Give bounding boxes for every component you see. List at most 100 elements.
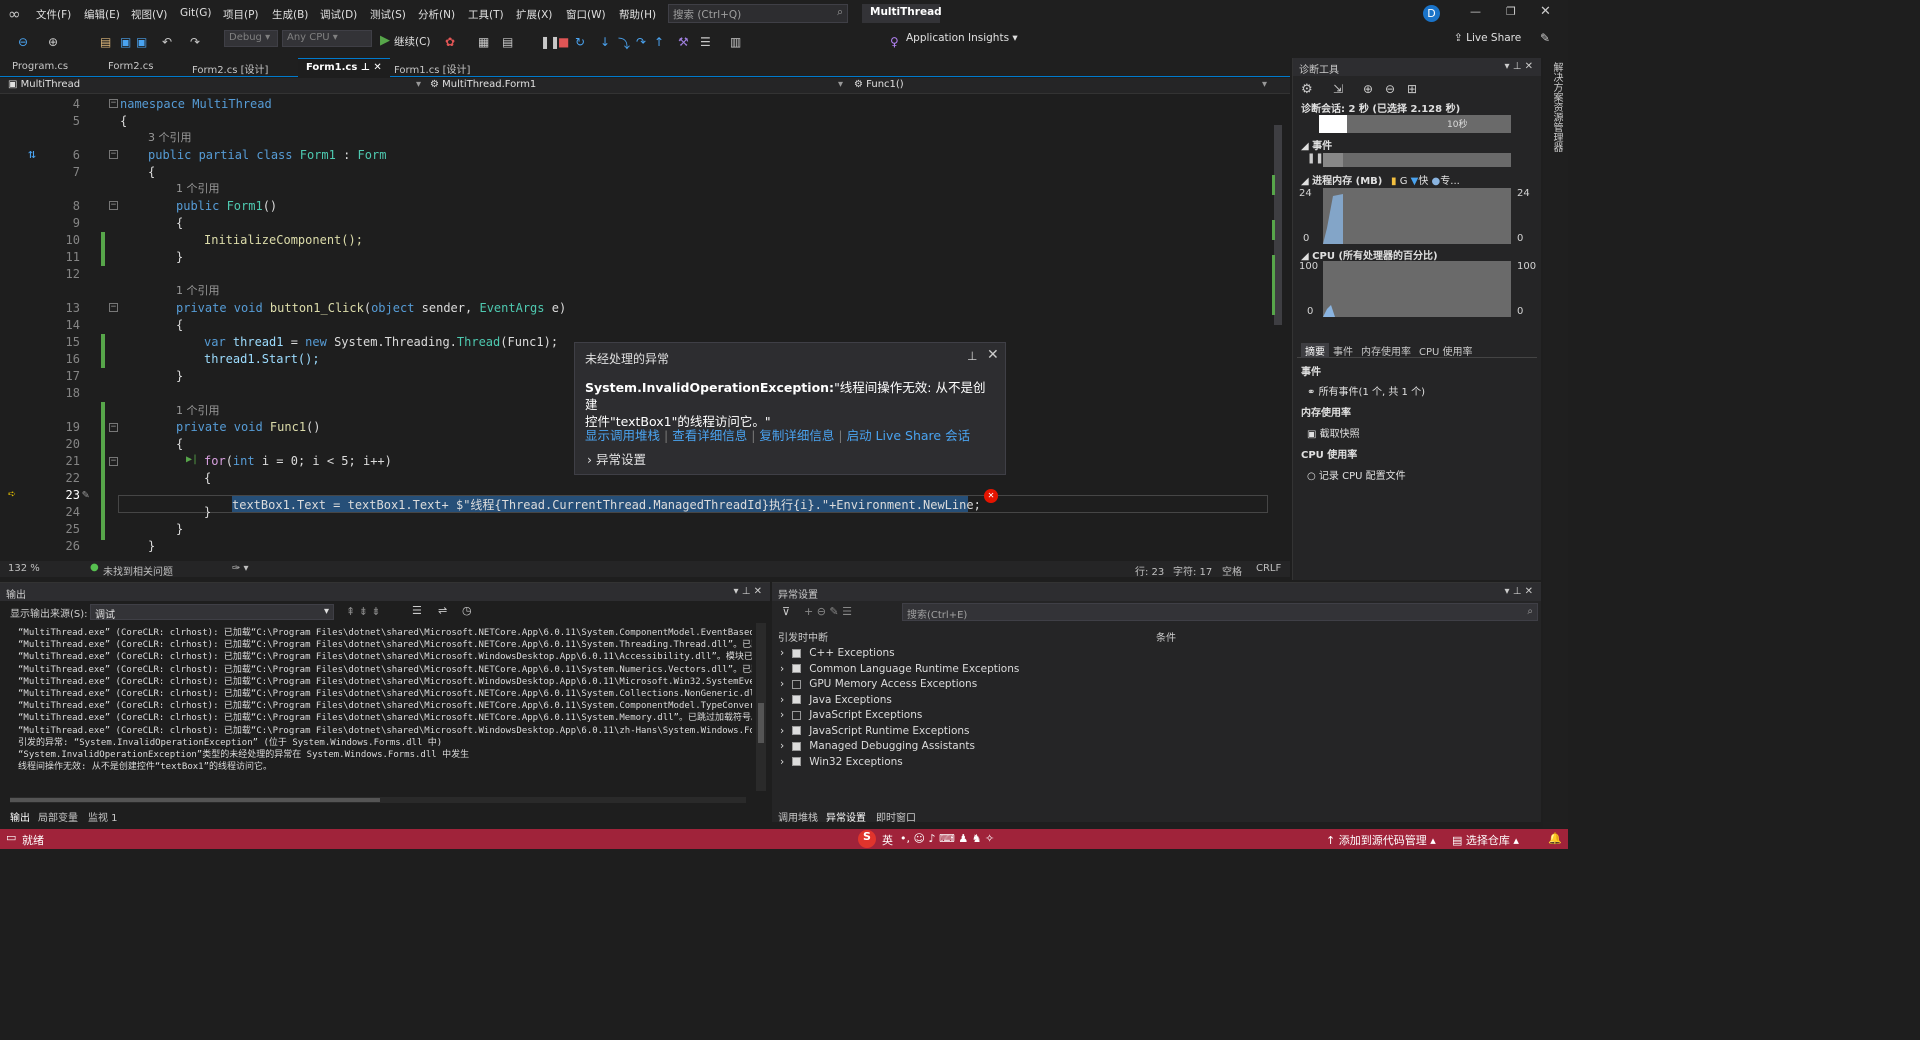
close-tab-icon[interactable]: ⊥ ✕	[357, 62, 382, 73]
chevron-right-icon[interactable]: ›	[780, 709, 784, 721]
diag-tab[interactable]: 内存使用率	[1361, 343, 1411, 358]
editor-tab[interactable]: Form1.cs ⊥ ✕	[298, 58, 390, 77]
codelens-references[interactable]: 1 个引用	[176, 402, 220, 418]
notifications-icon[interactable]: 🔔	[1548, 832, 1562, 845]
source-control-button[interactable]: ↑ 添加到源代码管理 ▴	[1326, 832, 1436, 848]
account-avatar[interactable]: D	[1423, 5, 1440, 22]
category-checkbox[interactable]	[792, 664, 802, 673]
class-dropdown[interactable]: ⚙ MultiThread.Form1	[430, 79, 536, 90]
menu-item[interactable]: 调试(D)	[320, 7, 357, 22]
output-tab[interactable]: 输出	[10, 809, 30, 824]
exception-category-row[interactable]: › Common Language Runtime Exceptions	[780, 663, 1019, 675]
copy-details-link[interactable]: 复制详细信息	[759, 428, 834, 443]
vs-logo-icon[interactable]: ∞	[8, 5, 21, 23]
fold-toggle[interactable]: −	[109, 150, 118, 159]
ime-mode[interactable]: 英	[882, 832, 893, 848]
config-dropdown[interactable]: Debug ▾	[224, 30, 278, 47]
app-insights-icon[interactable]: ♀	[890, 35, 899, 49]
timeline-ruler[interactable]: 10秒	[1319, 115, 1511, 133]
chevron-right-icon[interactable]: ›	[780, 663, 784, 675]
ime-tools-icon[interactable]: •, ☺ ♪ ⌨ ♟ ♞ ✧	[900, 832, 994, 845]
exception-category-row[interactable]: › GPU Memory Access Exceptions	[780, 678, 977, 690]
codelens-references[interactable]: 1 个引用	[176, 180, 220, 196]
exception-category-row[interactable]: › Managed Debugging Assistants	[780, 740, 975, 752]
live-share-button[interactable]: ⇪ Live Share	[1454, 32, 1521, 44]
codelens-references[interactable]: 1 个引用	[176, 282, 220, 298]
editor-tab[interactable]: Form2.cs [设计]	[184, 58, 276, 77]
exception-category-row[interactable]: › JavaScript Runtime Exceptions	[780, 725, 970, 737]
step-out-icon[interactable]: ↑	[654, 35, 664, 49]
menu-item[interactable]: 项目(P)	[223, 7, 259, 22]
chevron-right-icon[interactable]: ›	[780, 756, 784, 768]
codelens-references[interactable]: 3 个引用	[148, 129, 192, 145]
category-checkbox[interactable]	[792, 679, 802, 689]
close-icon[interactable]: ▾ ⊥ ✕	[734, 586, 762, 597]
col-condition-header[interactable]: 条件	[1156, 629, 1176, 644]
chevron-right-icon[interactable]: ›	[780, 725, 784, 737]
exception-category-row[interactable]: › JavaScript Exceptions	[780, 709, 922, 721]
export-icon[interactable]: ⇲	[1333, 82, 1343, 96]
threads-icon[interactable]: ⚒	[678, 35, 689, 49]
menu-item[interactable]: 视图(V)	[131, 7, 167, 22]
fold-toggle[interactable]: −	[109, 457, 118, 466]
back-icon[interactable]: ⊖	[18, 35, 28, 49]
diag-tab[interactable]: CPU 使用率	[1419, 343, 1473, 358]
filter-icon[interactable]: ⊽	[782, 605, 790, 618]
chevron-right-icon[interactable]: ›	[780, 678, 784, 690]
word-wrap-icon[interactable]: ⇌	[438, 604, 447, 617]
chevron-right-icon[interactable]: ›	[780, 647, 784, 659]
exc-bottom-tab[interactable]: 异常设置	[826, 809, 866, 824]
menu-item[interactable]: 测试(S)	[370, 7, 406, 22]
zoom-in-icon[interactable]: ⊕	[1363, 82, 1373, 96]
category-checkbox[interactable]	[792, 695, 802, 704]
menu-item[interactable]: 文件(F)	[36, 7, 71, 22]
category-checkbox[interactable]	[792, 757, 802, 766]
output-text[interactable]: “MultiThread.exe” (CoreCLR: clrhost): 已加…	[0, 623, 752, 795]
fold-toggle[interactable]: −	[109, 201, 118, 210]
output-hscrollbar[interactable]	[10, 797, 746, 803]
fold-toggle[interactable]: −	[109, 99, 118, 108]
settings-icon[interactable]: ⚙	[1301, 82, 1313, 97]
search-input[interactable]: 搜索 (Ctrl+Q) ⌕	[668, 4, 848, 23]
find-icon[interactable]: ⇞ ⇟ ⇟	[346, 605, 381, 618]
layout-icon[interactable]: ▤	[502, 35, 513, 49]
zoom-out-icon[interactable]: ⊖	[1385, 82, 1395, 96]
save-all-icon[interactable]: ▣	[136, 35, 147, 49]
fold-toggle[interactable]: −	[109, 423, 118, 432]
clear-all-icon[interactable]: ☰	[412, 604, 422, 617]
forward-icon[interactable]: ⊕	[48, 35, 58, 49]
editor-tab[interactable]: Form2.cs	[100, 58, 161, 77]
all-events-link[interactable]: ⚭ 所有事件(1 个, 共 1 个)	[1307, 383, 1425, 398]
take-snapshot-button[interactable]: ▣ 截取快照	[1307, 425, 1360, 440]
vertical-scrollbar[interactable]	[1272, 95, 1286, 560]
continue-button[interactable]: 继续(C)	[394, 34, 431, 49]
stop-icon[interactable]: ■	[558, 35, 569, 49]
pause-events-icon[interactable]: ❚❚	[1307, 153, 1324, 164]
app-insights-button[interactable]: Application Insights ▾	[906, 32, 1018, 44]
browse-icon[interactable]: ▦	[478, 35, 489, 49]
exception-category-row[interactable]: › C++ Exceptions	[780, 647, 895, 659]
zoom-level[interactable]: 132 %	[8, 563, 40, 574]
step-over-icon[interactable]: ⤵	[618, 35, 630, 52]
menu-item[interactable]: 扩展(X)	[516, 7, 552, 22]
editor-tab[interactable]: Form1.cs [设计]	[386, 58, 478, 77]
close-icon[interactable]: ✕	[1540, 4, 1551, 19]
category-checkbox[interactable]	[792, 741, 802, 751]
cleanup-icon[interactable]: ✑ ▾	[232, 563, 249, 574]
output-tab[interactable]: 监视 1	[88, 809, 118, 824]
output-scrollbar[interactable]	[756, 623, 766, 791]
menu-item[interactable]: 工具(T)	[468, 7, 504, 22]
run-to-cursor-icon[interactable]: ▶|	[186, 454, 198, 465]
step-into-icon[interactable]: ↓	[600, 35, 610, 49]
feedback-icon[interactable]: ✎	[1540, 31, 1550, 45]
col-break-header[interactable]: 引发时中断	[778, 629, 828, 644]
exception-category-row[interactable]: › Java Exceptions	[780, 694, 892, 706]
selection-range[interactable]	[1319, 115, 1347, 133]
menu-item[interactable]: 编辑(E)	[84, 7, 120, 22]
restore-icon[interactable]: ❐	[1506, 5, 1516, 18]
view-details-link[interactable]: 查看详细信息	[672, 428, 747, 443]
diag-tab[interactable]: 摘要	[1301, 343, 1329, 358]
open-icon[interactable]: ▤	[100, 35, 111, 49]
category-checkbox[interactable]	[792, 710, 802, 720]
clock-icon[interactable]: ◷	[462, 604, 472, 617]
